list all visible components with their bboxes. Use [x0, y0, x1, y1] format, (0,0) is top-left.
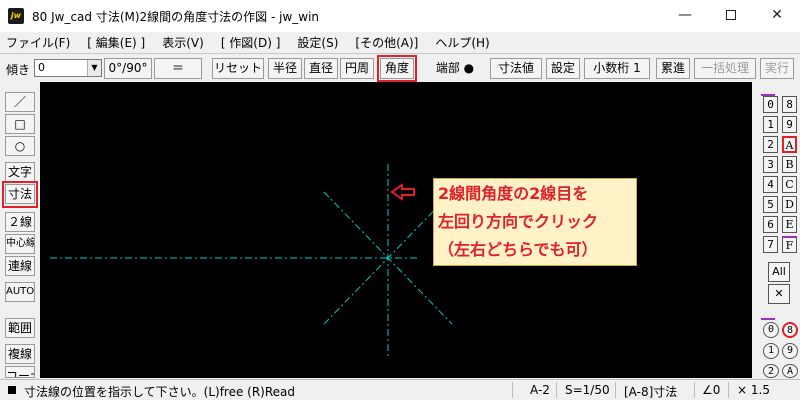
all-layers-button[interactable]: All [768, 262, 790, 282]
slope-label: 傾き [6, 63, 31, 77]
settings-button[interactable]: 設定 [546, 58, 580, 79]
layer-button-8[interactable]: 8 [782, 96, 797, 113]
copy-line-tool-button[interactable]: 複線 [5, 344, 35, 364]
status-separator [512, 382, 513, 398]
minimize-button[interactable]: — [662, 0, 708, 30]
layer-button-3[interactable]: 3 [763, 156, 778, 173]
status-message: 寸法線の位置を指示して下さい。(L)free (R)Read [24, 385, 296, 399]
layer-group-indicator-2 [761, 318, 775, 320]
chevron-down-icon[interactable]: ▼ [87, 60, 101, 76]
radius-button[interactable]: 半径 [268, 58, 302, 79]
maximize-button[interactable] [708, 0, 754, 30]
layer-button-f[interactable]: F [782, 236, 797, 253]
double-line-tool-button[interactable]: ２線 [5, 212, 35, 232]
drawing-svg [50, 164, 453, 356]
status-separator [556, 382, 557, 398]
menu-settings[interactable]: 設定(S) [297, 34, 338, 51]
dim-value-button[interactable]: 寸法値 [490, 58, 542, 79]
callout-line-2: 左回り方向でクリック [438, 212, 599, 231]
circumference-button[interactable]: 円周 [340, 58, 374, 79]
status-separator [615, 382, 616, 398]
status-separator [694, 382, 695, 398]
menu-help[interactable]: ヘルプ(H) [435, 34, 489, 51]
tool-panel: ／ □ ○ 文字 寸法 ２線 中心線 連線 AUTO 範囲 複線 コーナ [0, 82, 40, 378]
decimal-places-button[interactable]: 小数桁 1 [584, 58, 650, 79]
menu-file[interactable]: ファイル(F) [6, 34, 70, 51]
layer-group-button-0[interactable]: 0 [763, 322, 779, 338]
scale-readout[interactable]: S=1/50 [565, 383, 610, 397]
layer-button-7[interactable]: 7 [763, 236, 778, 253]
slope-value: 0 [38, 61, 45, 74]
close-button[interactable]: ✕ [754, 0, 800, 30]
connect-tool-button[interactable]: 連線 [5, 256, 35, 276]
layer-button-1[interactable]: 1 [763, 116, 778, 133]
layer-button-2[interactable]: 2 [763, 136, 778, 153]
drawing-canvas[interactable] [40, 82, 752, 378]
layer-group-button-8[interactable]: 8 [782, 322, 798, 338]
layer-group-button-9[interactable]: 9 [782, 343, 798, 359]
dimension-tool-button[interactable]: 寸法 [5, 184, 35, 204]
title-bar: jw 80 Jw_cad 寸法(M)2線間の角度寸法の作図 - jw_win —… [0, 0, 800, 32]
pointer-arrow-icon [390, 183, 415, 201]
callout-line-1: 2線間角度の2線目を [438, 184, 589, 203]
layer-group-button-2[interactable]: 2 [763, 364, 779, 378]
status-square-icon [8, 386, 16, 394]
instruction-callout: 2線間角度の2線目を 左回り方向でクリック （左右どちらでも可） [433, 178, 637, 266]
cumulative-button[interactable]: 累進 [656, 58, 690, 79]
endpoint-toggle[interactable]: 端部 ● [424, 58, 486, 79]
layer-button-a[interactable]: A [782, 136, 797, 153]
window-title: 80 Jw_cad 寸法(M)2線間の角度寸法の作図 - jw_win [32, 10, 320, 24]
layer-group-button-1[interactable]: 1 [763, 343, 779, 359]
angle-toggle-button[interactable]: 0°/90° [104, 58, 152, 79]
angle-button[interactable]: 角度 [380, 58, 414, 79]
execute-button[interactable]: 実行 [760, 58, 794, 79]
layer-button-d[interactable]: D [782, 196, 797, 213]
batch-process-button[interactable]: 一括処理 [694, 58, 756, 79]
rect-tool-button[interactable]: □ [5, 114, 35, 134]
layer-button-4[interactable]: 4 [763, 176, 778, 193]
layer-button-e[interactable]: E [782, 216, 797, 233]
toolbar: 傾き 0 ▼ 0°/90° ＝ リセット 半径 直径 円周 角度 端部 ● 寸法… [0, 53, 800, 82]
layer-panel: 0 1 2 3 4 5 6 7 8 9 A B C D E F All ✕ 0 … [755, 82, 800, 378]
angle-readout[interactable]: ∠0 [702, 383, 720, 397]
menu-other[interactable]: [その他(A)] [355, 34, 418, 51]
menu-view[interactable]: 表示(V) [162, 34, 204, 51]
circle-tool-button[interactable]: ○ [5, 136, 35, 156]
reset-button[interactable]: リセット [212, 58, 264, 79]
layer-group-readout[interactable]: A-2 [530, 383, 550, 397]
layer-button-6[interactable]: 6 [763, 216, 778, 233]
zoom-readout[interactable]: × 1.5 [737, 383, 770, 397]
close-icon[interactable]: ✕ [768, 284, 790, 304]
corner-tool-button[interactable]: コーナ [5, 366, 35, 378]
menu-bar: ファイル(F) [ 編集(E) ] 表示(V) [ 作図(D) ] 設定(S) … [0, 32, 800, 52]
diameter-button[interactable]: 直径 [304, 58, 338, 79]
text-tool-button[interactable]: 文字 [5, 162, 35, 182]
layer-group-button-a[interactable]: A [782, 364, 798, 378]
layer-button-0[interactable]: 0 [763, 96, 778, 113]
layer-button-9[interactable]: 9 [782, 116, 797, 133]
slope-select[interactable]: 0 ▼ [34, 59, 102, 77]
equal-button[interactable]: ＝ [154, 58, 202, 79]
status-separator [728, 382, 729, 398]
maximize-icon [726, 10, 736, 20]
layer-button-b[interactable]: B [782, 156, 797, 173]
menu-draw[interactable]: [ 作図(D) ] [221, 34, 281, 51]
range-tool-button[interactable]: 範囲 [5, 318, 35, 338]
callout-line-3: （左右どちらでも可） [438, 240, 598, 259]
center-line-tool-button[interactable]: 中心線 [5, 234, 35, 254]
layer-readout[interactable]: [A-8]寸法 [624, 383, 677, 400]
menu-edit[interactable]: [ 編集(E) ] [87, 34, 145, 51]
layer-button-5[interactable]: 5 [763, 196, 778, 213]
layer-button-c[interactable]: C [782, 176, 797, 193]
auto-tool-button[interactable]: AUTO [5, 282, 35, 302]
status-bar: 寸法線の位置を指示して下さい。(L)free (R)Read A-2 S=1/5… [0, 379, 800, 400]
app-icon: jw [8, 8, 24, 24]
line-tool-button[interactable]: ／ [5, 92, 35, 112]
